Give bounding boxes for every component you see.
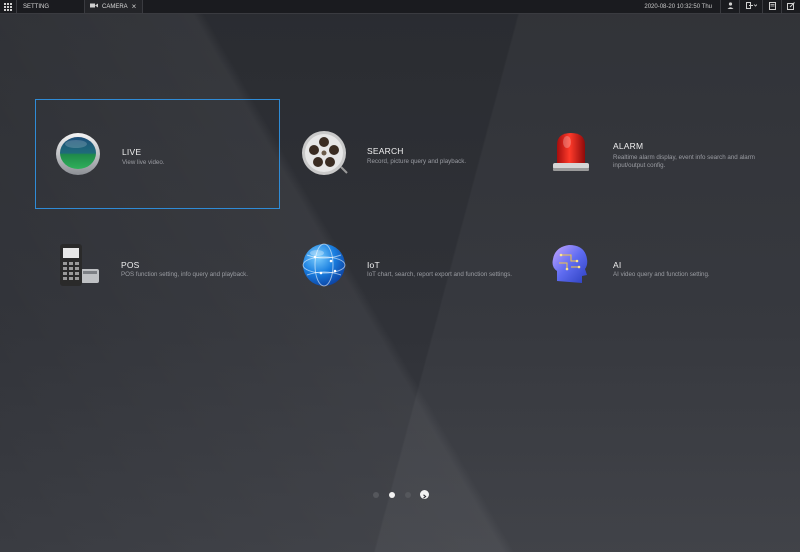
tile-ai-title: AI — [613, 260, 622, 270]
tab-camera-label: CAMERA — [102, 3, 128, 10]
tile-live[interactable]: LIVE View live video. — [35, 99, 280, 209]
page-dot-2[interactable] — [389, 492, 395, 498]
chevron-right-icon — [422, 486, 427, 504]
tile-live-desc: View live video. — [122, 159, 165, 166]
tile-ai-desc: AI video query and function setting. — [613, 271, 710, 278]
tab-setting[interactable]: SETTING — [17, 0, 85, 13]
tile-pos-desc: POS function setting, info query and pla… — [121, 271, 248, 278]
tile-pos-title: POS — [121, 260, 140, 270]
tile-alarm-desc: Realtime alarm display, event info searc… — [613, 154, 755, 169]
window-icon — [768, 1, 776, 12]
camera-icon — [90, 3, 98, 10]
shortcut-menu-button[interactable] — [781, 0, 800, 13]
tile-iot[interactable]: IoT IoT chart, search, report export and… — [281, 214, 526, 324]
tile-iot-title: IoT — [367, 260, 380, 270]
main-menu-grid-icon[interactable] — [0, 0, 17, 13]
live-monitor-icon — [54, 130, 102, 178]
edit-icon — [787, 1, 795, 12]
pos-terminal-icon — [55, 241, 103, 289]
tile-search-desc: Record, picture query and playback. — [367, 158, 467, 165]
globe-icon — [301, 241, 349, 289]
tile-alarm-title: ALARM — [613, 141, 644, 151]
system-datetime: 2020-08-20 10:32:50 Thu — [644, 3, 712, 10]
page-indicator — [0, 489, 800, 501]
close-tab-icon[interactable]: × — [132, 2, 137, 11]
page-dot-3[interactable] — [405, 492, 411, 498]
tile-alarm[interactable]: ALARM Realtime alarm display, event info… — [527, 99, 772, 209]
tile-pos[interactable]: POS POS function setting, info query and… — [35, 214, 280, 324]
logout-icon — [745, 2, 757, 11]
user-button[interactable] — [720, 0, 739, 13]
film-reel-icon — [301, 129, 349, 177]
tile-live-title: LIVE — [122, 147, 142, 157]
tab-setting-label: SETTING — [23, 3, 50, 10]
next-page-button[interactable] — [420, 490, 429, 499]
ai-head-icon — [547, 241, 595, 289]
page-dot-1[interactable] — [373, 492, 379, 498]
user-icon — [727, 2, 734, 11]
fullscreen-button[interactable] — [762, 0, 781, 13]
alarm-siren-icon — [547, 129, 595, 177]
logout-menu-button[interactable] — [739, 0, 762, 13]
tile-iot-desc: IoT chart, search, report export and fun… — [367, 271, 513, 278]
tab-camera[interactable]: CAMERA × — [85, 0, 143, 13]
tile-search-title: SEARCH — [367, 146, 404, 156]
tile-ai[interactable]: AI AI video query and function setting. — [527, 214, 772, 324]
top-bar: SETTING CAMERA × 2020-08-20 10:32:50 Thu — [0, 0, 800, 14]
tile-search[interactable]: SEARCH Record, picture query and playbac… — [281, 99, 526, 209]
